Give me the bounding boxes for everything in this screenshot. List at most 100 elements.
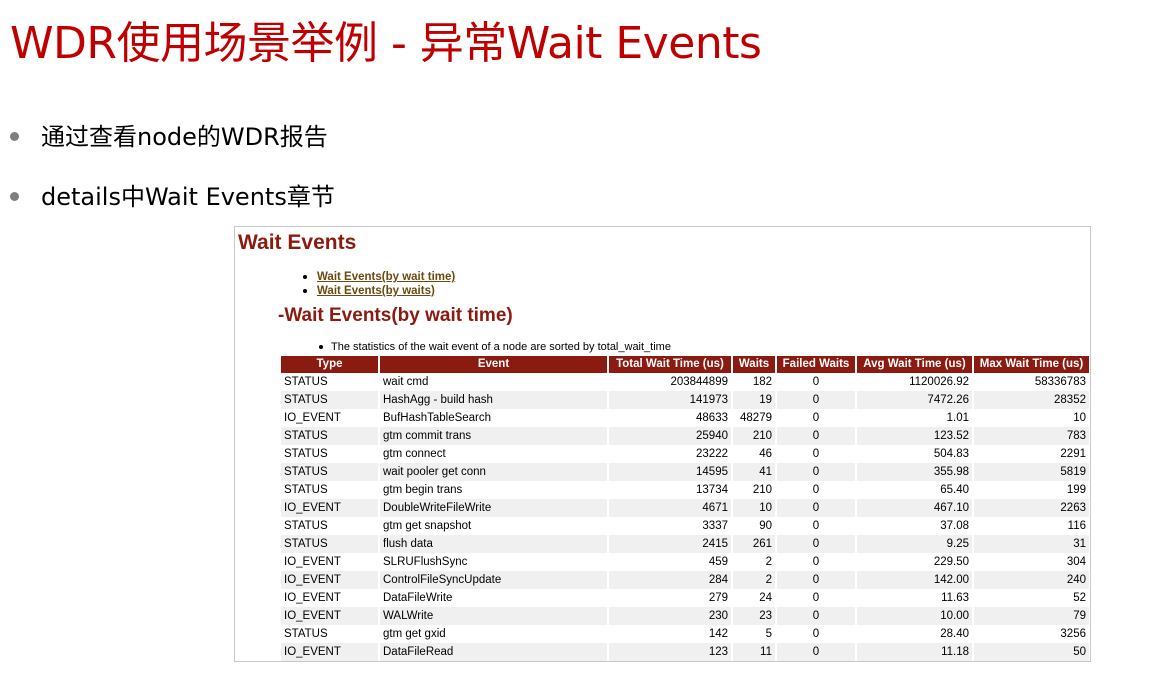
table-row: STATUS gtm get gxid 142 5 0 28.40 3256 [281, 625, 1089, 643]
cell-avg-wait-time: 11.63 [941, 592, 969, 604]
cell-waits: 46 [759, 448, 772, 460]
cell-total-wait-time: 123 [609, 643, 731, 661]
cell-event: gtm begin trans [383, 484, 463, 496]
toc-item: Wait Events(by waits) [301, 284, 455, 298]
cell-max-wait-time: 5819 [974, 463, 1089, 481]
table-row: STATUS gtm commit trans 25940 210 0 123.52 783 [281, 427, 1089, 445]
cell-type: IO_EVENT [281, 499, 378, 517]
cell-avg-wait-time: 11.18 [857, 643, 972, 661]
cell-waits: 23 [733, 607, 775, 625]
cell-avg-wait-time: 142.00 [857, 571, 972, 589]
cell-event: gtm get snapshot [383, 520, 472, 532]
cell-max-wait-time: 58336783 [1034, 376, 1086, 388]
cell-failed-waits: 0 [777, 499, 855, 517]
toc-item: Wait Events(by wait time) [301, 270, 455, 284]
table-row: IO_EVENT DataFileRead 123 11 0 11.18 50 [281, 643, 1089, 661]
table-row: STATUS gtm get snapshot 3337 90 0 37.08 116 [281, 517, 1089, 535]
cell-total-wait-time: 3337 [702, 520, 728, 532]
bullet-dot-icon [10, 191, 19, 201]
cell-type: STATUS [281, 463, 378, 481]
table-row: STATUS wait cmd 203844899 182 0 1120026.92 583… [281, 373, 1089, 391]
table-row: IO_EVENT DataFileWrite 279 24 0 11.63 52 [281, 589, 1089, 607]
report-heading: Wait Events [238, 231, 357, 254]
cell-max-wait-time: 240 [974, 571, 1089, 589]
cell-avg-wait-time: 229.50 [933, 556, 969, 568]
cell-failed-waits: 0 [812, 628, 820, 640]
bullet-dot-icon [10, 131, 19, 141]
cell-max-wait-time: 10 [1073, 412, 1086, 424]
cell-max-wait-time: 50 [974, 643, 1089, 661]
cell-waits: 90 [759, 520, 772, 532]
cell-event: WALWrite [380, 607, 607, 625]
cell-failed-waits: 0 [777, 535, 855, 553]
col-header-event: Event [380, 356, 607, 373]
cell-avg-wait-time: 65.40 [940, 484, 969, 496]
cell-waits: 182 [752, 376, 772, 388]
bullet-item: details中Wait Events章节 [10, 181, 335, 213]
cell-total-wait-time: 14595 [609, 463, 731, 481]
cell-avg-wait-time: 355.98 [857, 463, 972, 481]
cell-failed-waits: 0 [812, 376, 820, 388]
cell-avg-wait-time: 123.52 [857, 427, 972, 445]
cell-max-wait-time: 2263 [974, 499, 1089, 517]
table-row: IO_EVENT SLRUFlushSync 459 2 0 229.50 304 [281, 553, 1089, 571]
cell-type: STATUS [284, 520, 328, 532]
table-row: IO_EVENT ControlFileSyncUpdate 284 2 0 142.00… [281, 571, 1089, 589]
cell-type: STATUS [284, 628, 328, 640]
table-row: STATUS gtm connect 23222 46 0 504.83 2291 [281, 445, 1089, 463]
cell-max-wait-time: 304 [1066, 556, 1086, 568]
cell-event: BufHashTableSearch [383, 412, 492, 424]
cell-event: flush data [380, 535, 607, 553]
cell-waits: 261 [733, 535, 775, 553]
col-header-type: Type [281, 356, 378, 373]
cell-avg-wait-time: 467.10 [857, 499, 972, 517]
cell-max-wait-time: 116 [1067, 520, 1086, 532]
cell-max-wait-time: 2291 [1060, 448, 1086, 460]
cell-waits: 11 [733, 643, 775, 661]
cell-type: STATUS [284, 448, 328, 460]
cell-failed-waits: 0 [777, 571, 855, 589]
cell-type: IO_EVENT [281, 571, 378, 589]
cell-total-wait-time: 4671 [609, 499, 731, 517]
slide-title: WDR使用场景举例 - 异常Wait Events [10, 18, 762, 69]
report-note: The statistics of the wait event of a no… [317, 341, 671, 354]
cell-max-wait-time: 199 [1066, 484, 1086, 496]
col-header-failed-waits: Failed Waits [777, 356, 855, 373]
cell-avg-wait-time: 1120026.92 [909, 376, 969, 388]
cell-max-wait-time: 31 [974, 535, 1089, 553]
report-toc: Wait Events(by wait time) Wait Events(by… [301, 270, 455, 298]
cell-waits: 10 [733, 499, 775, 517]
cell-type: IO_EVENT [284, 556, 341, 568]
cell-type: STATUS [281, 391, 378, 409]
cell-failed-waits: 0 [812, 520, 820, 532]
cell-waits: 24 [759, 592, 772, 604]
table-row: STATUS wait pooler get conn 14595 41 0 355.98… [281, 463, 1089, 481]
cell-type: IO_EVENT [284, 592, 341, 604]
col-header-waits: Waits [733, 356, 775, 373]
cell-event: DataFileRead [380, 643, 607, 661]
table-row: IO_EVENT DoubleWriteFileWrite 4671 10 0 467.1… [281, 499, 1089, 517]
cell-event: SLRUFlushSync [383, 556, 468, 568]
cell-event: HashAgg - build hash [380, 391, 607, 409]
cell-type: STATUS [284, 484, 328, 496]
cell-max-wait-time: 79 [974, 607, 1089, 625]
cell-failed-waits: 0 [812, 592, 820, 604]
cell-event: wait cmd [383, 376, 429, 388]
cell-total-wait-time: 230 [609, 607, 731, 625]
cell-failed-waits: 0 [777, 427, 855, 445]
cell-failed-waits: 0 [812, 448, 820, 460]
cell-failed-waits: 0 [777, 463, 855, 481]
cell-type: IO_EVENT [281, 607, 378, 625]
bullet-text: 通过查看node的WDR报告 [41, 123, 328, 151]
cell-total-wait-time: 25940 [609, 427, 731, 445]
toc-link-by-waits[interactable]: Wait Events(by waits) [317, 285, 435, 297]
col-header-avg-wait-time: Avg Wait Time (us) [857, 356, 972, 373]
cell-failed-waits: 0 [777, 607, 855, 625]
cell-failed-waits: 0 [812, 484, 820, 496]
cell-waits: 19 [733, 391, 775, 409]
table-row: IO_EVENT BufHashTableSearch 48633 48279 0 1.0… [281, 409, 1089, 427]
bullet-item: 通过查看node的WDR报告 [10, 121, 328, 153]
toc-link-by-wait-time[interactable]: Wait Events(by wait time) [317, 271, 455, 283]
cell-event: gtm commit trans [380, 427, 607, 445]
table-row: STATUS gtm begin trans 13734 210 0 65.40 199 [281, 481, 1089, 499]
